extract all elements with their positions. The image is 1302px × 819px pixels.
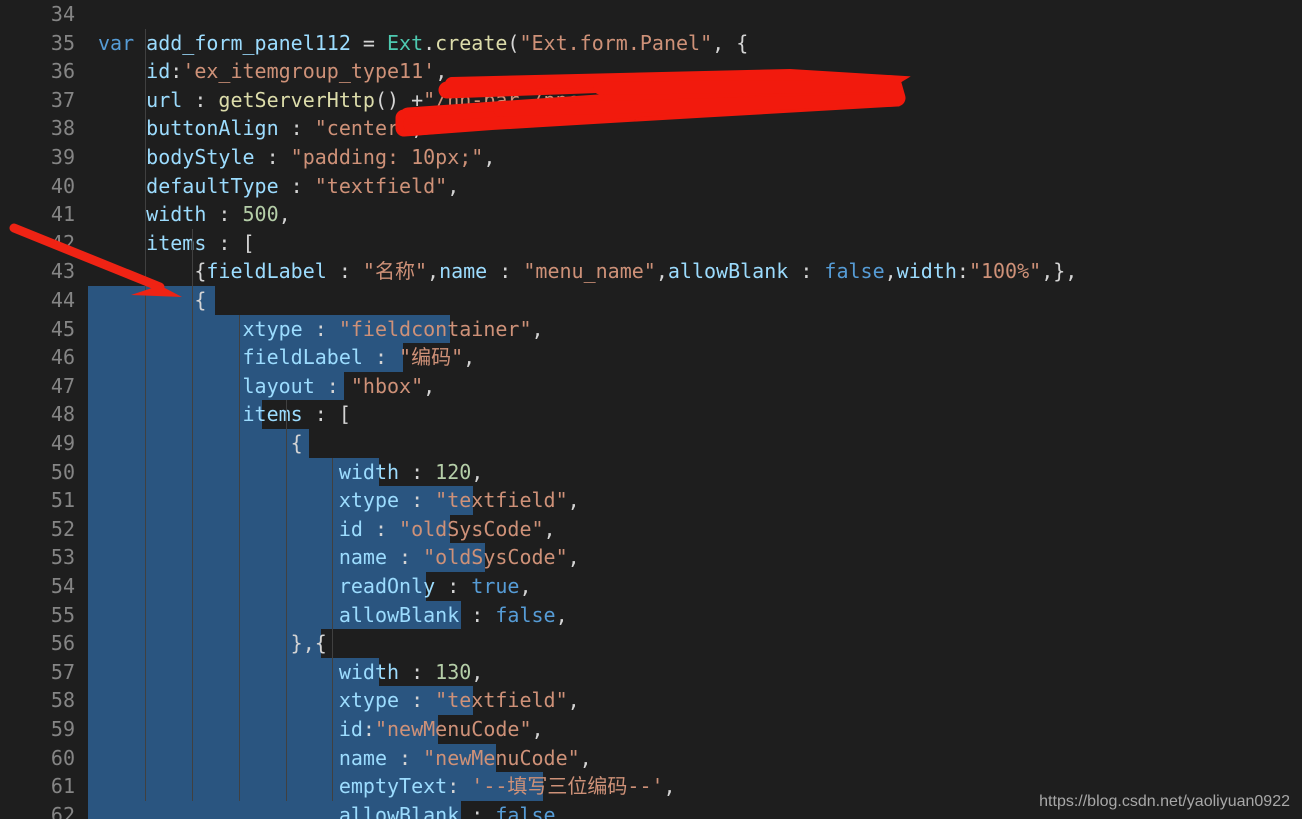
code-line-text: id:'ex_itemgroup_type11',: [146, 59, 448, 84]
indent-guide: [191, 228, 193, 801]
code-line[interactable]: items : [: [88, 229, 1302, 258]
line-number: 45: [50, 316, 75, 341]
code-line-text: bodyStyle : "padding: 10px;",: [146, 145, 496, 169]
code-line[interactable]: xtype : "fieldcontainer",: [88, 314, 1302, 344]
line-number: 60: [50, 745, 75, 770]
line-number: 44: [50, 288, 75, 312]
code-line[interactable]: items : [: [88, 400, 1302, 429]
code-line-text: url : getServerHttp() +"/nh-bar,/ppsy/me…: [146, 87, 833, 112]
line-number: 46: [50, 345, 75, 370]
line-number: 59: [50, 717, 75, 741]
line-number: 52: [50, 516, 75, 541]
code-line-text: id:"newMenuCode",: [338, 717, 544, 741]
line-number-gutter: 34 35 36 37 38 39 40 41 42 43 44 45 46 47 48 49 50 51 52 53…: [0, 0, 88, 819]
code-line-text: name : "oldSysCode",: [338, 545, 580, 570]
code-line-text: {: [98, 288, 207, 312]
code-line[interactable]: id:"newMenuCode",: [88, 715, 1302, 744]
code-line[interactable]: width : 120,: [88, 457, 1302, 487]
code-line-text: {fieldLabel : "名称",name : "menu_name",al…: [98, 259, 1078, 284]
code-line[interactable]: [88, 0, 1302, 29]
code-line[interactable]: xtype : "textfield",: [88, 486, 1302, 515]
line-number: 55: [50, 602, 75, 627]
code-line-text: var add_form_panel112 = Ext.create("Ext.…: [98, 30, 749, 55]
code-line[interactable]: width : 500,: [88, 200, 1302, 229]
line-number: 39: [50, 145, 75, 169]
indent-guide: [285, 400, 287, 801]
code-line[interactable]: },{: [88, 629, 1302, 658]
watermark-url: https://blog.csdn.net/yaoliyuan0922: [1039, 793, 1290, 810]
code-line[interactable]: {: [88, 429, 1302, 458]
code-line[interactable]: {: [88, 286, 1302, 315]
code-line-text: defaultType : "textfield",: [146, 173, 460, 198]
line-number: 62: [50, 802, 75, 819]
line-number: 57: [50, 659, 75, 684]
indent-guide: [144, 28, 146, 801]
line-number: 34: [50, 2, 75, 26]
line-number: 49: [50, 431, 75, 455]
code-line-text: width : 120,: [338, 459, 484, 484]
code-line[interactable]: defaultType : "textfield",: [88, 172, 1302, 201]
line-number: 35: [50, 30, 75, 55]
code-line-text: xtype : "textfield",: [338, 488, 580, 513]
code-line[interactable]: fieldLabel : "编码",: [88, 343, 1302, 372]
code-line-text: width : 500,: [146, 202, 291, 227]
line-number: 40: [50, 173, 75, 198]
code-line[interactable]: layout : "hbox",: [88, 371, 1302, 401]
code-line[interactable]: width : 130,: [88, 657, 1302, 687]
code-line-text: emptyText: '--填写三位编码--',: [338, 774, 676, 799]
line-number: 47: [50, 373, 75, 398]
code-line[interactable]: id : "oldSysCode",: [88, 514, 1302, 544]
code-line[interactable]: buttonAlign : "center",: [88, 114, 1302, 143]
code-line[interactable]: bodyStyle : "padding: 10px;",: [88, 143, 1302, 172]
indent-guide: [238, 314, 240, 801]
code-line-text: buttonAlign : "center",: [146, 116, 424, 141]
code-line[interactable]: name : "oldSysCode",: [88, 543, 1302, 572]
indent-guide: [332, 457, 334, 801]
code-line-text: layout : "hbox",: [242, 373, 436, 398]
code-line-text: {: [98, 431, 303, 455]
code-editor-content[interactable]: var add_form_panel112 = Ext.create("Ext.…: [88, 0, 1302, 819]
code-line-text: items : [: [242, 402, 351, 427]
line-number: 56: [50, 631, 75, 656]
code-editor-screenshot: 34 35 36 37 38 39 40 41 42 43 44 45 46 47 48 49 50 51 52 53…: [0, 0, 1302, 819]
code-line[interactable]: name : "newMenuCode",: [88, 743, 1302, 773]
code-line[interactable]: var add_form_panel112 = Ext.create("Ext.…: [88, 29, 1302, 58]
code-line-text: allowBlank : false,: [338, 802, 568, 819]
line-number: 51: [50, 488, 75, 513]
code-line[interactable]: allowBlank : false,: [88, 600, 1302, 630]
line-number: 58: [50, 688, 75, 713]
code-line-text: items : [: [146, 230, 255, 255]
code-line-text: xtype : "textfield",: [338, 688, 580, 713]
line-number: 43: [50, 259, 75, 284]
line-number: 36: [50, 59, 75, 84]
code-line-text: width : 130,: [338, 659, 484, 684]
code-line[interactable]: id:'ex_itemgroup_type11',: [88, 57, 1302, 86]
code-line-text: id : "oldSysCode",: [338, 516, 556, 541]
code-line-text: readOnly : true,: [338, 574, 532, 598]
code-line-text: },{: [98, 631, 327, 656]
line-number: 37: [50, 87, 75, 112]
line-number: 54: [50, 574, 75, 598]
line-number: 50: [50, 459, 75, 484]
line-number: 38: [50, 116, 75, 141]
code-line-text: name : "newMenuCode",: [338, 745, 592, 770]
code-line[interactable]: xtype : "textfield",: [88, 686, 1302, 715]
code-line[interactable]: readOnly : true,: [88, 572, 1302, 601]
code-line-text: fieldLabel : "编码",: [242, 345, 476, 370]
line-number: 42: [50, 230, 75, 255]
code-line[interactable]: url : getServerHttp() +"/nh-bar,/ppsy/me…: [88, 86, 1302, 115]
code-line[interactable]: {fieldLabel : "名称",name : "menu_name",al…: [88, 257, 1302, 286]
code-line-text: xtype : "fieldcontainer",: [242, 316, 544, 341]
line-number: 61: [50, 774, 75, 799]
line-number: 41: [50, 202, 75, 227]
line-number: 53: [50, 545, 75, 570]
line-number: 48: [50, 402, 75, 427]
